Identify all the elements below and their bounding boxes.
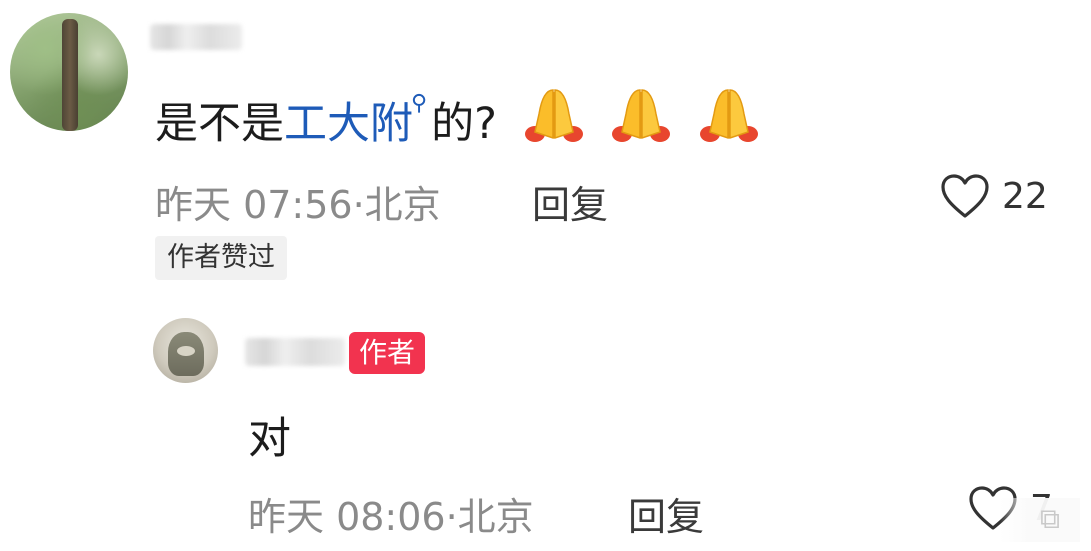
reply-reply-button[interactable]: 回复 bbox=[628, 486, 704, 541]
folded-hands-emoji-icon bbox=[698, 88, 760, 155]
like-button[interactable]: 22 bbox=[940, 172, 1050, 224]
commenter-name-blurred[interactable] bbox=[150, 24, 242, 50]
comment-meta: 昨天 07:56·北京 bbox=[155, 174, 441, 229]
watermark-overlay: ⧉ bbox=[1000, 498, 1080, 542]
avatar-figure bbox=[168, 332, 204, 376]
reply-text: 对 bbox=[248, 414, 291, 464]
folded-hands-emoji-icon bbox=[610, 88, 672, 155]
avatar-tree-trunk bbox=[62, 19, 78, 131]
heart-icon bbox=[941, 174, 989, 218]
reply-time: 昨天 08:06· bbox=[248, 495, 458, 539]
reply-author-avatar[interactable] bbox=[153, 318, 218, 383]
comment-link-word[interactable]: 工大附 bbox=[284, 99, 413, 149]
comment-time: 昨天 07:56· bbox=[155, 183, 365, 227]
reply-location: 北京 bbox=[457, 495, 534, 539]
comment-location: 北京 bbox=[364, 183, 441, 227]
comment-text-before: 是不是 bbox=[155, 99, 284, 149]
reply-author-name-blurred[interactable] bbox=[245, 338, 345, 366]
comment-text: 是不是工大附⚲的? bbox=[155, 88, 760, 155]
author-badge: 作者 bbox=[349, 332, 426, 374]
search-icon[interactable]: ⚲ bbox=[411, 91, 427, 116]
like-count: 22 bbox=[1002, 176, 1048, 217]
comment-text-after: 的? bbox=[431, 99, 497, 149]
reply-button[interactable]: 回复 bbox=[532, 174, 608, 229]
folded-hands-emoji-icon bbox=[523, 88, 585, 155]
watermark-glyph: ⧉ bbox=[1040, 502, 1060, 535]
reply-meta: 昨天 08:06·北京 bbox=[248, 486, 534, 541]
commenter-avatar[interactable] bbox=[10, 13, 128, 131]
author-liked-badge: 作者赞过 bbox=[155, 236, 287, 280]
